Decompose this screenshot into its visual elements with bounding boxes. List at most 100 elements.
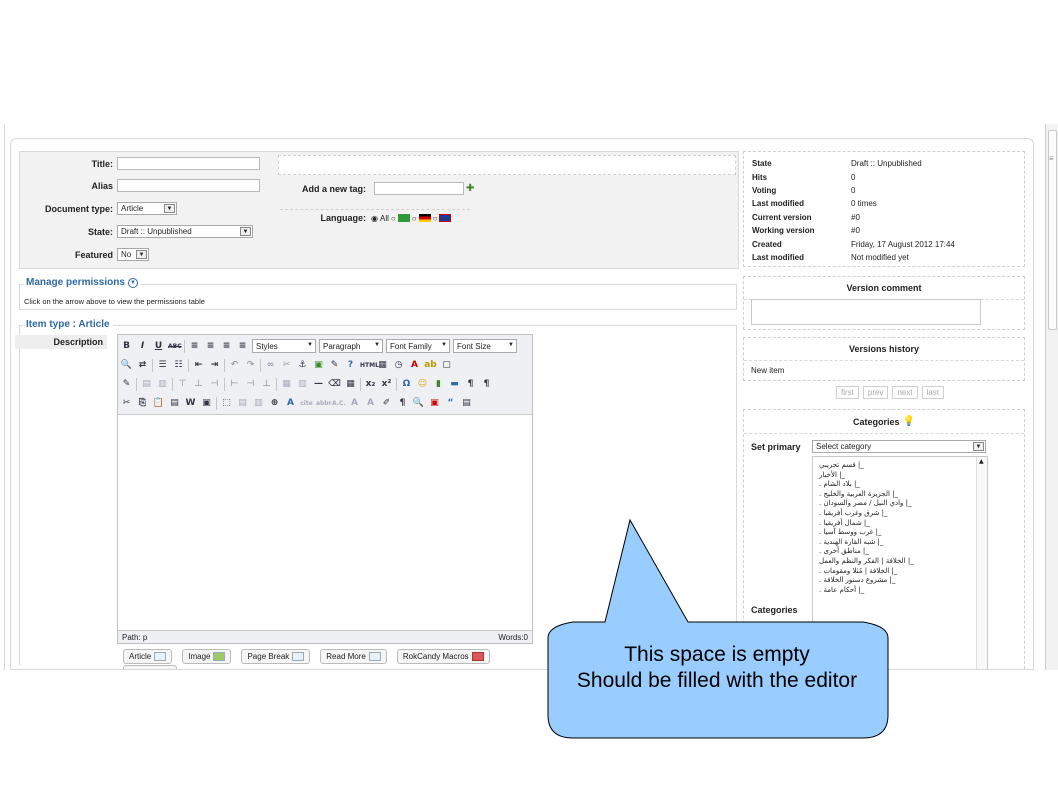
article-button[interactable]: Article — [123, 649, 173, 664]
nonbreaking-icon[interactable]: ¶ — [396, 397, 409, 410]
move-forward-icon[interactable]: ▤ — [236, 397, 249, 410]
html-icon[interactable]: HTML — [360, 359, 379, 372]
insert-time-icon[interactable]: ◷ — [392, 359, 405, 372]
table-cell-props-icon[interactable]: ▥ — [156, 378, 169, 391]
list-item[interactable]: . بلاد الشام |_ — [813, 480, 987, 490]
list-scrollbar[interactable]: ▲ — [976, 457, 987, 669]
extra-editor-button[interactable] — [123, 665, 177, 669]
edit-css-icon[interactable]: ✎ — [120, 378, 133, 391]
insert-text-icon[interactable]: A — [364, 397, 377, 410]
align-justify-icon[interactable]: ≡ — [236, 340, 249, 353]
move-backward-icon[interactable]: ▥ — [252, 397, 265, 410]
cleanup-icon[interactable]: ✎ — [328, 359, 341, 372]
prev-page-button[interactable]: prev — [862, 386, 889, 399]
unlink-icon[interactable]: ✂ — [280, 359, 293, 372]
align-center-icon[interactable]: ≡ — [204, 340, 217, 353]
next-page-button[interactable]: next — [892, 386, 918, 399]
undo-icon[interactable]: ↶ — [228, 359, 241, 372]
align-right-icon[interactable]: ≡ — [220, 340, 233, 353]
subscript-icon[interactable]: x₂ — [364, 378, 377, 391]
state-select[interactable]: Draft :: Unpublished ▼ — [117, 225, 253, 238]
special-char-icon[interactable]: Ω — [400, 378, 413, 391]
featured-select[interactable]: No ▼ — [117, 248, 149, 261]
font-family-select[interactable]: Font Family ▼ — [386, 339, 450, 353]
bullet-list-icon[interactable]: ☰ — [156, 359, 169, 372]
numbered-list-icon[interactable]: ☷ — [172, 359, 185, 372]
list-item[interactable]: . وادي النيل / مصر والسودان |_ — [813, 499, 987, 509]
rtl-icon[interactable]: ¶ — [480, 378, 493, 391]
anchor-icon[interactable]: ⚓ — [296, 359, 309, 372]
list-item[interactable]: قسم تجريبي |_ — [813, 461, 987, 471]
primary-category-select[interactable]: Select category ▼ — [812, 440, 986, 453]
background-color-icon[interactable]: ab — [424, 359, 437, 372]
blockquote-icon[interactable]: “ — [444, 397, 457, 410]
first-page-button[interactable]: first — [836, 386, 859, 399]
split-cells-icon[interactable]: ▦ — [280, 378, 293, 391]
delete-row-icon[interactable]: ⊣ — [208, 378, 221, 391]
col-before-icon[interactable]: ⊢ — [228, 378, 241, 391]
print-icon[interactable]: ▣ — [428, 397, 441, 410]
image-button[interactable]: Image — [182, 649, 232, 664]
link-icon[interactable]: ∞ — [264, 359, 277, 372]
indent-icon[interactable]: ⇥ — [208, 359, 221, 372]
emoticon-icon[interactable]: ☺ — [416, 378, 429, 391]
title-input[interactable] — [117, 157, 260, 170]
paste-text-icon[interactable]: ▤ — [168, 397, 181, 410]
preview-icon[interactable]: 🔍 — [412, 397, 425, 410]
doctype-select[interactable]: Article ▼ — [117, 202, 177, 215]
help-icon[interactable]: ? — [344, 359, 357, 372]
hr-insert-icon[interactable]: ▬ — [448, 378, 461, 391]
cite-icon[interactable]: cite — [300, 397, 313, 410]
list-item[interactable]: . الجزيرة العربية والخليج |_ — [813, 490, 987, 500]
find-icon[interactable]: 🔍 — [120, 359, 133, 372]
permissions-legend[interactable]: Manage permissions ▼ — [23, 277, 141, 288]
merge-cells-icon[interactable]: ▥ — [296, 378, 309, 391]
bold-icon[interactable]: B — [120, 340, 133, 353]
expand-arrow-icon[interactable]: ▼ — [127, 277, 138, 288]
add-tag-input[interactable] — [374, 182, 464, 195]
language-options[interactable]: ◉ All ○ ○ ○ — [371, 214, 452, 223]
alias-input[interactable] — [117, 179, 260, 192]
strikethrough-icon[interactable]: ABC — [168, 340, 182, 353]
page-break-button[interactable]: Page Break — [241, 649, 311, 664]
cut-icon[interactable]: ✂ — [120, 397, 133, 410]
radio-icon[interactable]: ○ — [391, 214, 396, 223]
align-left-icon[interactable]: ≡ — [188, 340, 201, 353]
font-size-select[interactable]: Font Size ▼ — [453, 339, 517, 353]
remove-format-icon[interactable]: ⌫ — [328, 378, 341, 391]
delete-text-icon[interactable]: A — [348, 397, 361, 410]
image-icon[interactable]: ▣ — [312, 359, 325, 372]
select-all-icon[interactable]: ▣ — [200, 397, 213, 410]
redo-icon[interactable]: ↷ — [244, 359, 257, 372]
italic-icon[interactable]: I — [136, 340, 149, 353]
version-comment-input[interactable] — [751, 299, 981, 325]
paste-word-icon[interactable]: W — [184, 397, 197, 410]
styles-icon[interactable]: A — [284, 397, 297, 410]
absolute-icon[interactable]: ⊕ — [268, 397, 281, 410]
text-color-icon[interactable]: A — [408, 359, 421, 372]
paragraph-select[interactable]: Paragraph ▼ — [319, 339, 383, 353]
underline-icon[interactable]: U — [152, 340, 165, 353]
row-after-icon[interactable]: ⊥ — [192, 378, 205, 391]
last-page-button[interactable]: last — [921, 386, 945, 399]
read-more-button[interactable]: Read More — [320, 649, 387, 664]
ltr-icon[interactable]: ¶ — [464, 378, 477, 391]
radio-icon[interactable]: ○ — [412, 214, 417, 223]
styles-select[interactable]: Styles ▼ — [252, 339, 316, 353]
list-item[interactable]: الأخبار |_ — [813, 471, 987, 481]
table-row-props-icon[interactable]: ▤ — [140, 378, 153, 391]
page-scrollbar[interactable]: ≡ — [1045, 124, 1058, 670]
insert-layer-icon[interactable]: ⬚ — [220, 397, 233, 410]
radio-icon[interactable]: ○ — [433, 214, 438, 223]
insert-date-icon[interactable]: ▦ — [376, 359, 389, 372]
attribs-icon[interactable]: ✐ — [380, 397, 393, 410]
description-editor[interactable]: B I U ABC ≡ ≡ ≡ ≡ Styles ▼ Paragraph ▼ Fon… — [117, 334, 533, 644]
delete-col-icon[interactable]: ⊥ — [260, 378, 273, 391]
acronym-icon[interactable]: A.C. — [332, 397, 346, 410]
row-before-icon[interactable]: ⊤ — [176, 378, 189, 391]
replace-icon[interactable]: ⇄ — [136, 359, 149, 372]
rokcandy-button[interactable]: RokCandy Macros — [396, 649, 490, 664]
horizontal-rule-icon[interactable]: — — [312, 378, 325, 391]
fullscreen-icon[interactable]: ▢ — [440, 359, 453, 372]
superscript-icon[interactable]: x² — [380, 378, 393, 391]
